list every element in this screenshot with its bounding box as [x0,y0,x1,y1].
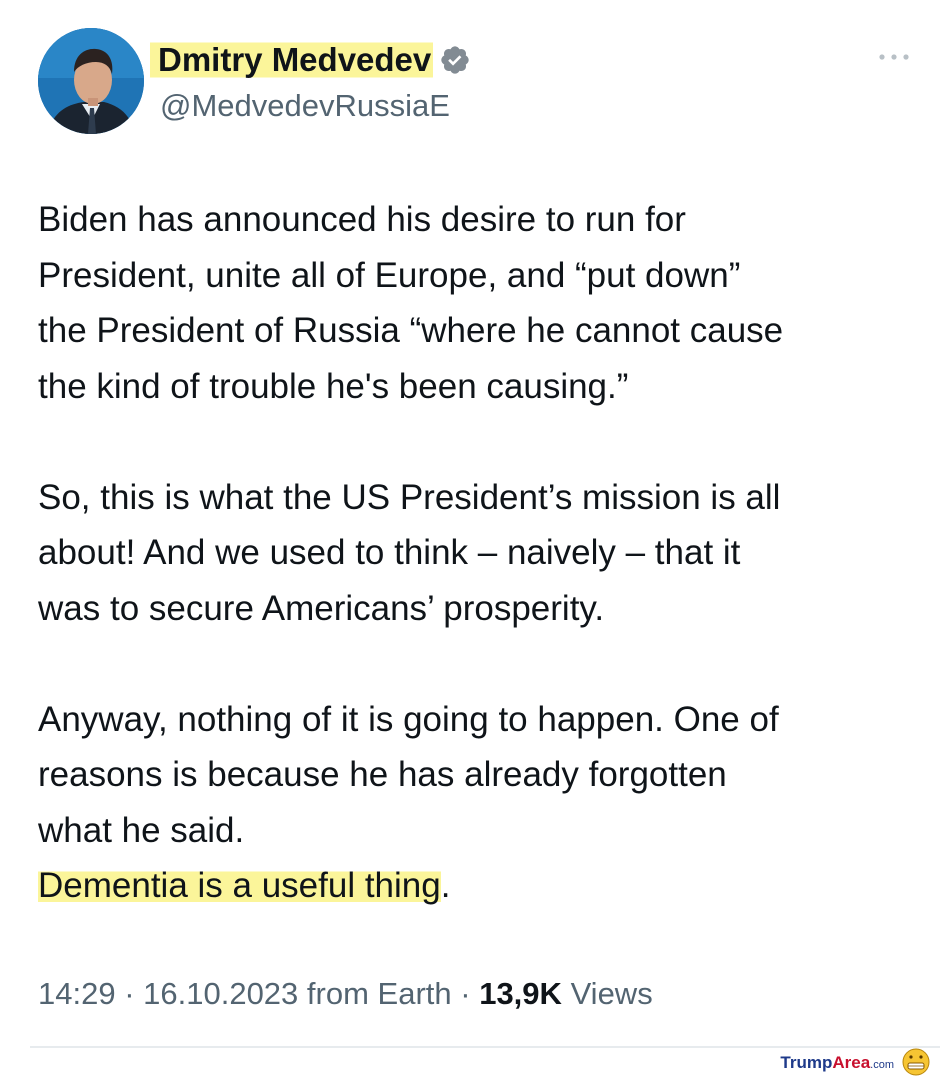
watermark-text: TrumpArea.com [780,1053,894,1072]
verified-badge-icon [439,44,471,76]
views-label: Views [570,976,653,1011]
tweet-paragraph: Biden has announced his desire to run fo… [38,200,784,406]
tweet-text: Biden has announced his desire to run fo… [38,192,918,914]
tweet-date[interactable]: 16.10.2023 [143,976,298,1011]
tweet-meta: 14:29 · 16.10.2023 from Earth · 13,9K Vi… [38,972,653,1016]
tweet-paragraph: So, this is what the US President’s miss… [38,477,781,628]
meta-separator: · [115,976,144,1011]
views-count: 13,9K [479,976,562,1011]
highlighted-text-tail: . [440,866,451,905]
highlighted-text: Dementia is a useful thing [38,866,441,905]
avatar-image [38,28,144,134]
tweet-time[interactable]: 14:29 [38,976,116,1011]
tweet-paragraph: Anyway, nothing of it is going to happen… [38,699,779,850]
meta-separator: · [451,976,480,1011]
author-handle[interactable]: @MedvedevRussiaE [160,86,450,126]
author-display-name[interactable]: Dmitry Medvedev [150,40,434,80]
more-options-icon[interactable] [874,50,914,64]
tweet-highlighted-paragraph: Dementia is a useful thing. [38,858,918,914]
watermark-logo: TrumpArea.com [780,1048,930,1076]
avatar[interactable] [38,28,144,134]
tweet-card: Dmitry Medvedev @MedvedevRussiaE Biden h… [0,0,940,1050]
watermark: TrumpArea.com [732,1045,932,1079]
author-name-row[interactable]: Dmitry Medvedev [150,38,471,82]
tweet-source: from Earth [306,976,452,1011]
emoji-face-icon [902,1048,930,1076]
